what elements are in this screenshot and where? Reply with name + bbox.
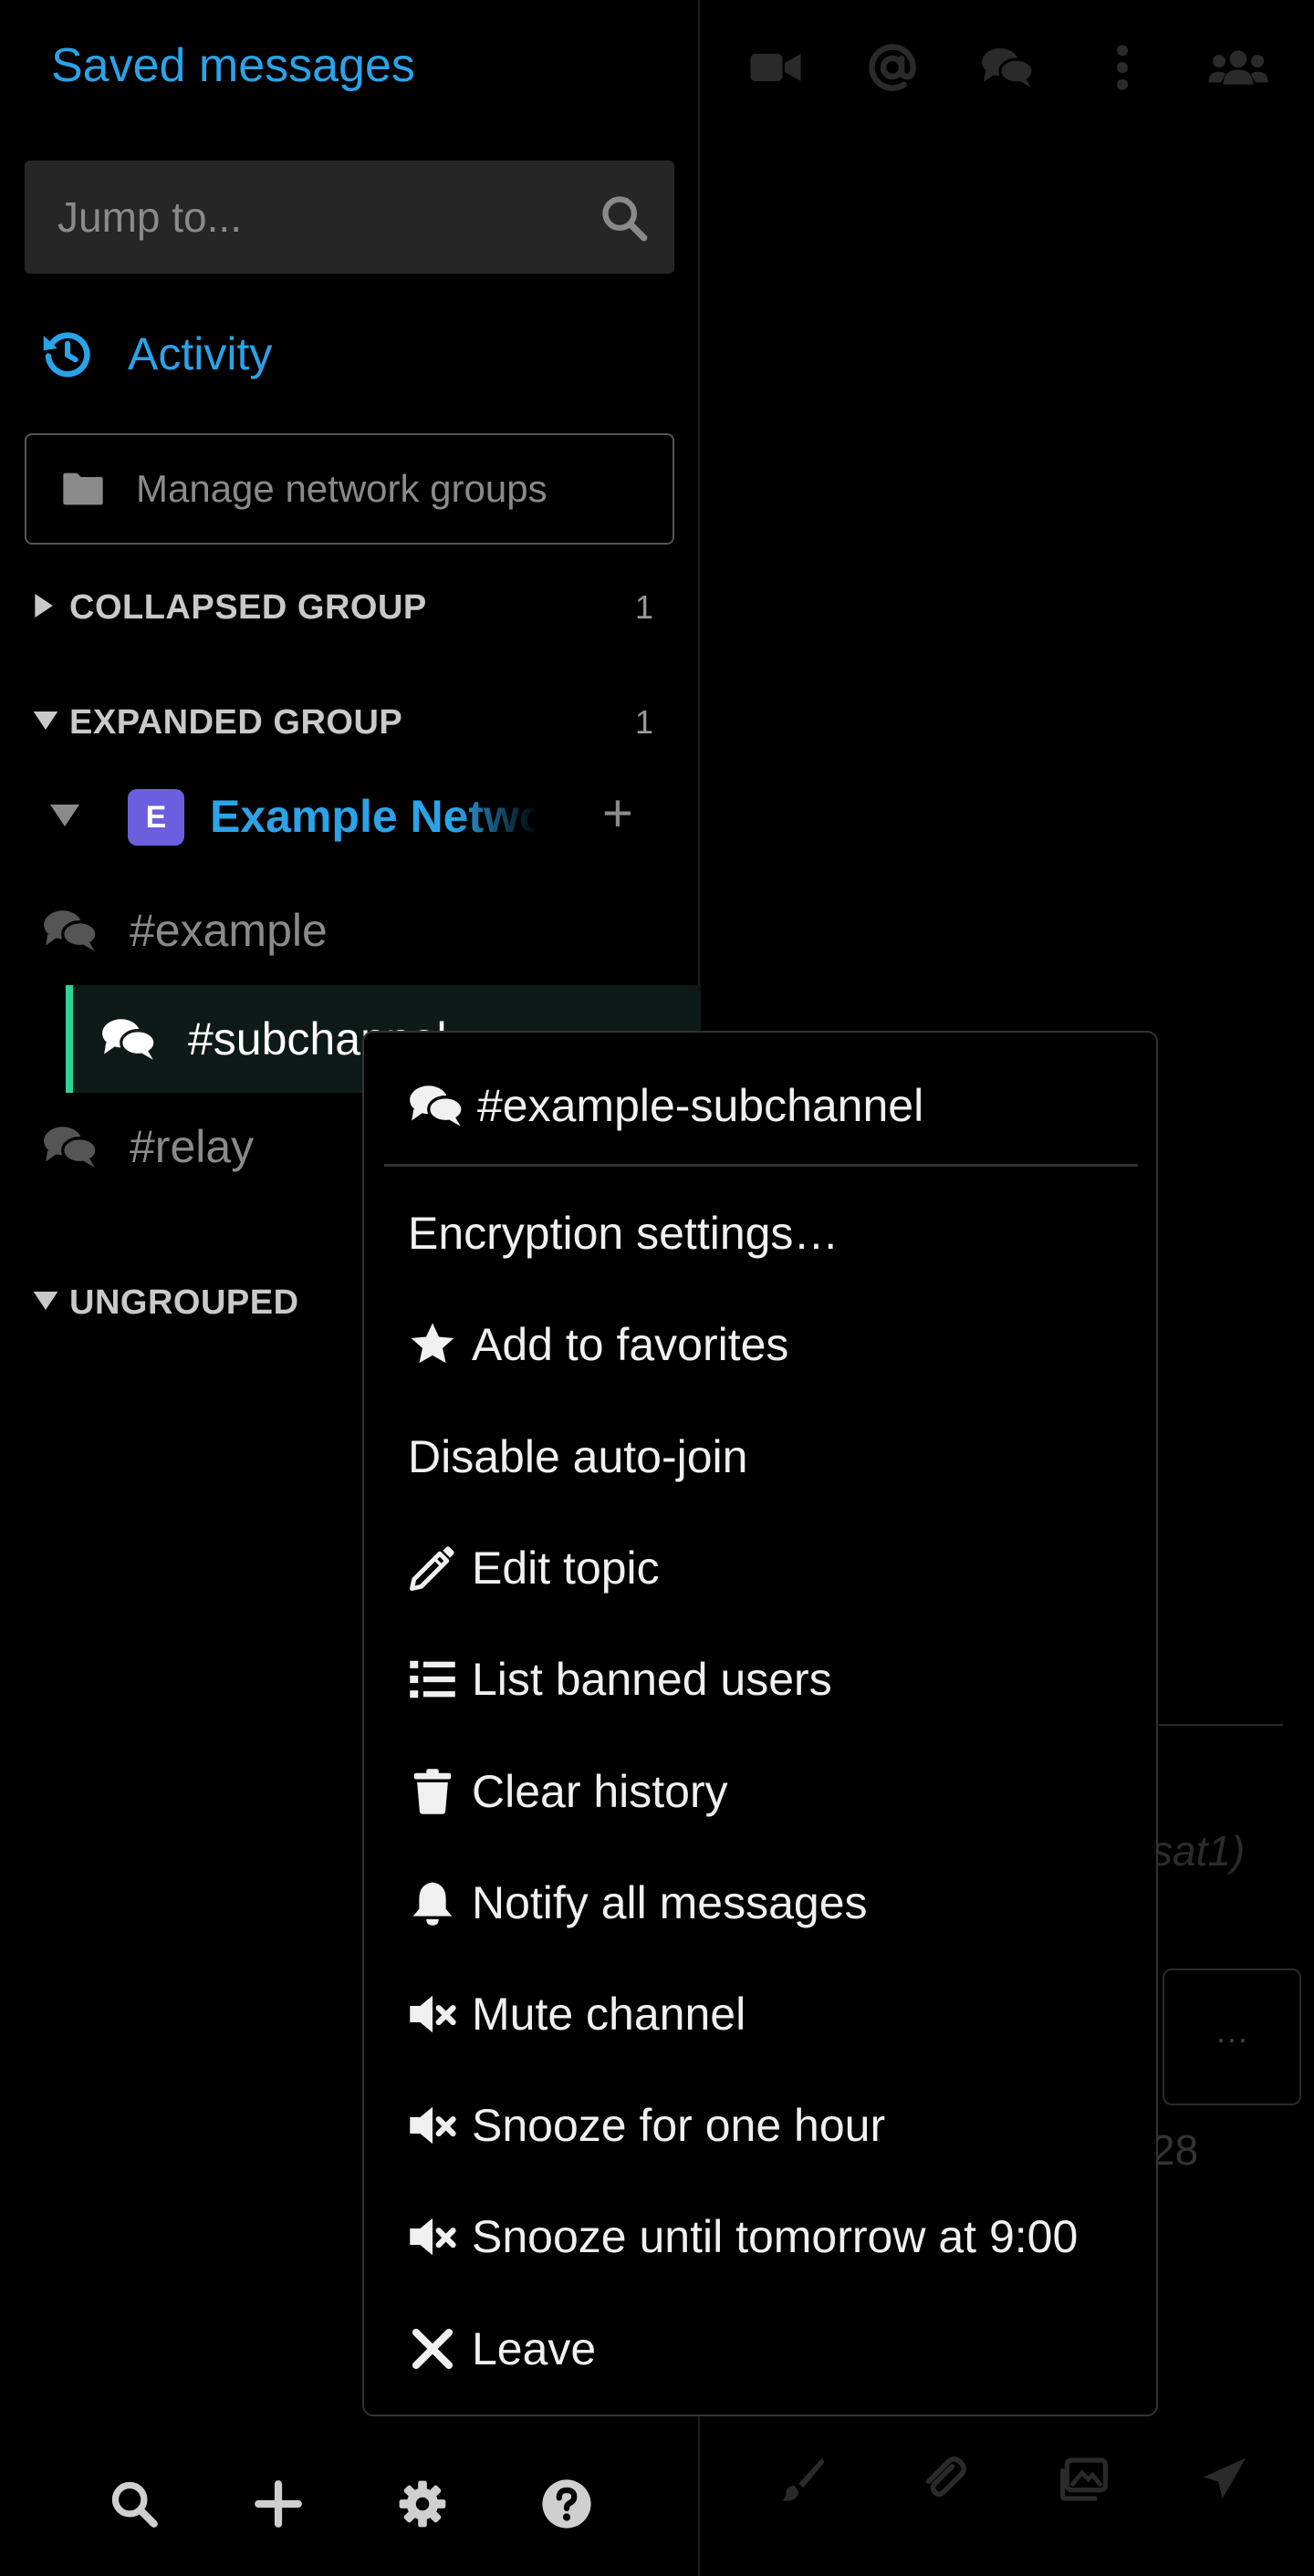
menu-item-notify-all-messages[interactable]: Notify all messages xyxy=(408,1864,1138,1941)
plus-icon[interactable] xyxy=(252,2477,305,2530)
activity-link[interactable]: Activity xyxy=(40,321,272,387)
bell-icon xyxy=(412,1882,453,1926)
menu-item-label: Mute channel xyxy=(472,1989,746,2040)
channel-item[interactable]: #relay xyxy=(42,1106,254,1188)
channel-label: #example xyxy=(130,905,328,956)
chat-bubbles-icon xyxy=(44,1127,99,1168)
history-icon xyxy=(43,332,90,378)
search-icon[interactable] xyxy=(108,2477,161,2530)
saved-messages-link[interactable]: Saved messages xyxy=(51,38,415,93)
network-name[interactable]: Example Network xyxy=(210,789,538,844)
group-name: EXPANDED GROUP xyxy=(69,702,403,742)
chat-bubbles-icon[interactable] xyxy=(980,40,1035,95)
chat-bubbles-icon xyxy=(44,910,99,951)
context-menu-header: #example-subchannel xyxy=(408,1069,923,1142)
menu-item-edit-topic[interactable]: Edit topic xyxy=(408,1530,1138,1606)
folder-icon xyxy=(63,473,103,505)
menu-item-add-to-favorites[interactable]: Add to favorites xyxy=(408,1306,1138,1383)
manage-network-groups-label: Manage network groups xyxy=(136,467,548,510)
caret-down-icon[interactable] xyxy=(49,805,80,826)
caret-down-icon xyxy=(33,1291,69,1314)
manage-network-groups-button[interactable]: Manage network groups xyxy=(25,433,674,545)
pencil-icon xyxy=(410,1546,454,1591)
channel-label: #relay xyxy=(130,1121,255,1172)
mute-icon xyxy=(410,2106,456,2145)
group-count: 1 xyxy=(634,588,653,626)
group-count: 1 xyxy=(634,703,653,741)
channel-context-menu: #example-subchannel Encryption settings…… xyxy=(362,1031,1158,2416)
video-call-icon[interactable] xyxy=(748,40,803,95)
menu-divider xyxy=(384,1164,1138,1167)
menu-item-leave[interactable]: Leave xyxy=(408,2311,1138,2387)
search-icon[interactable] xyxy=(598,192,651,244)
menu-item-label: Leave xyxy=(472,2323,597,2374)
message-divider xyxy=(1159,1724,1283,1726)
activity-label: Activity xyxy=(128,328,273,379)
list-icon xyxy=(410,1660,455,1698)
group-header-collapsed[interactable]: COLLAPSED GROUP 1 xyxy=(33,580,672,635)
brush-icon[interactable] xyxy=(777,2454,829,2505)
caret-down-icon xyxy=(33,711,69,734)
menu-item-label: Add to favorites xyxy=(472,1319,789,1370)
images-icon[interactable] xyxy=(1058,2454,1110,2505)
group-header-expanded[interactable]: EXPANDED GROUP 1 xyxy=(33,695,672,750)
menu-item-label: Edit topic xyxy=(472,1542,660,1594)
jump-to-input[interactable] xyxy=(57,161,568,274)
channel-item[interactable]: #example xyxy=(42,889,328,971)
star-icon xyxy=(411,1323,454,1364)
sidebar-bottom-bar xyxy=(0,2463,700,2545)
help-icon[interactable] xyxy=(540,2477,593,2530)
menu-item-label: Encryption settings… xyxy=(408,1208,840,1259)
chat-bubbles-icon xyxy=(102,1019,157,1060)
menu-item-encryption-settings[interactable]: Encryption settings… xyxy=(408,1195,1138,1272)
jump-to-search[interactable] xyxy=(25,161,674,274)
menu-item-label: List banned users xyxy=(472,1654,832,1705)
menu-item-snooze-until-tomorrow[interactable]: Snooze until tomorrow at 9:00 xyxy=(408,2198,1138,2275)
caret-right-icon xyxy=(33,593,69,622)
network-avatar: E xyxy=(128,789,184,846)
menu-item-label: Notify all messages xyxy=(472,1877,868,1928)
close-icon xyxy=(412,2328,454,2370)
trash-icon xyxy=(413,1769,452,1814)
context-menu-title: #example-subchannel xyxy=(477,1080,924,1131)
more-label: ··· xyxy=(1215,2020,1248,2057)
menu-item-snooze-one-hour[interactable]: Snooze for one hour xyxy=(408,2087,1138,2164)
menu-item-label: Disable auto-join xyxy=(408,1431,748,1482)
message-text: sat1) xyxy=(1152,1827,1246,1875)
menu-item-label: Clear history xyxy=(472,1766,728,1817)
menu-item-clear-history[interactable]: Clear history xyxy=(408,1753,1138,1830)
mute-icon xyxy=(410,1995,456,2033)
message-actions-button[interactable]: ··· xyxy=(1163,1968,1301,2105)
message-timestamp: 28 xyxy=(1152,2126,1199,2174)
gear-icon[interactable] xyxy=(396,2477,449,2530)
menu-item-label: Snooze for one hour xyxy=(472,2100,886,2151)
menu-item-list-banned-users[interactable]: List banned users xyxy=(408,1641,1138,1718)
menu-item-disable-auto-join[interactable]: Disable auto-join xyxy=(408,1418,1138,1495)
group-name: COLLAPSED GROUP xyxy=(69,587,427,627)
chat-bubbles-icon xyxy=(410,1085,464,1127)
add-channel-button[interactable]: + xyxy=(602,786,633,841)
network-row[interactable]: E Example Network + xyxy=(49,784,679,848)
mention-icon[interactable] xyxy=(865,40,920,95)
paperclip-icon[interactable] xyxy=(918,2454,969,2505)
menu-item-mute-channel[interactable]: Mute channel xyxy=(408,1976,1138,2052)
more-vertical-icon[interactable] xyxy=(1095,40,1150,95)
menu-item-label: Snooze until tomorrow at 9:00 xyxy=(472,2211,1079,2262)
users-icon[interactable] xyxy=(1206,40,1270,95)
mute-icon xyxy=(410,2218,456,2256)
send-icon[interactable] xyxy=(1199,2454,1250,2505)
